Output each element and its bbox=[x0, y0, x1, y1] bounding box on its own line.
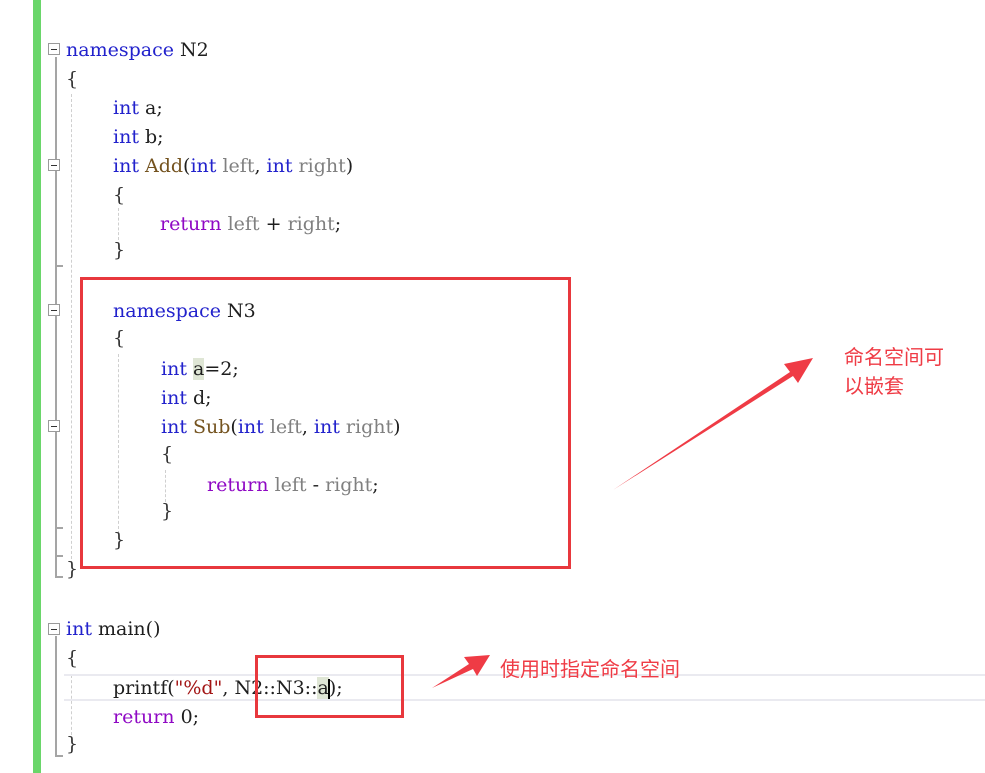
annotation-text-line: 命名空间可 bbox=[844, 345, 944, 369]
arrow-nested-namespace bbox=[613, 358, 813, 490]
arrow-usage-note bbox=[432, 655, 490, 688]
annotation-arrows bbox=[432, 358, 813, 688]
annotation-nested-namespace: 命名空间可 以嵌套 bbox=[844, 343, 944, 401]
annotation-usage-note: 使用时指定命名空间 bbox=[500, 657, 680, 681]
annotation-text-line: 以嵌套 bbox=[844, 374, 904, 398]
